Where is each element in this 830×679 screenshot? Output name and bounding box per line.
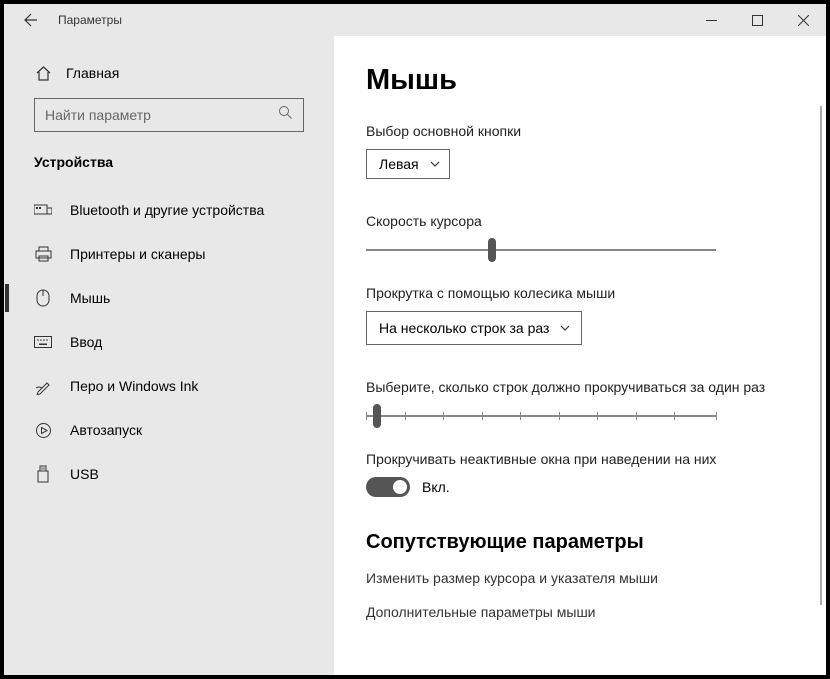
search-icon [278,105,293,125]
chevron-down-icon [559,322,571,334]
home-link[interactable]: Главная [4,56,334,98]
sidebar-item-autoplay[interactable]: Автозапуск [4,408,334,452]
pen-icon [34,377,52,395]
primary-button-label: Выбор основной кнопки [366,123,794,139]
lines-per-scroll-label: Выберите, сколько строк должно прокручив… [366,379,794,395]
close-button[interactable] [780,4,826,36]
related-heading: Сопутствующие параметры [366,531,794,554]
sidebar-item-mouse[interactable]: Мышь [4,276,334,320]
related-link-cursor-size[interactable]: Изменить размер курсора и указателя мыши [366,570,794,586]
sidebar-item-label: Мышь [70,290,110,306]
search-input[interactable] [45,107,278,123]
sidebar-item-label: Перо и Windows Ink [70,378,198,394]
sidebar-item-label: Принтеры и сканеры [70,246,205,262]
slider-thumb[interactable] [373,404,381,428]
app-title: Параметры [58,13,122,27]
printer-icon [34,245,52,263]
dropdown-value: На несколько строк за раз [379,320,549,336]
inactive-scroll-toggle[interactable] [366,477,410,497]
sidebar-item-label: Ввод [70,334,102,350]
cursor-speed-slider[interactable] [366,249,716,251]
mouse-icon [34,289,52,307]
home-label: Главная [66,65,119,81]
primary-button-dropdown[interactable]: Левая [366,149,450,179]
cursor-speed-label: Скорость курсора [366,213,794,229]
sidebar-item-bluetooth[interactable]: Bluetooth и другие устройства [4,188,334,232]
sidebar-item-usb[interactable]: USB [4,452,334,496]
search-box[interactable] [34,98,304,132]
scroll-mode-label: Прокрутка с помощью колесика мыши [366,285,794,301]
sidebar: Главная Устройства Bluetooth и другие ус… [4,36,334,675]
page-title: Мышь [366,64,794,97]
titlebar: Параметры [4,4,826,36]
category-title: Устройства [4,154,334,188]
related-link-advanced-mouse[interactable]: Дополнительные параметры мыши [366,604,794,620]
usb-icon [34,465,52,483]
maximize-button[interactable] [734,4,780,36]
scrollbar[interactable] [820,106,822,605]
main-panel: Мышь Выбор основной кнопки Левая Скорост… [334,36,826,675]
inactive-scroll-label: Прокручивать неактивные окна при наведен… [366,451,794,467]
toggle-knob [393,480,407,494]
bluetooth-icon [34,201,52,219]
back-button[interactable] [22,11,40,29]
sidebar-item-pen[interactable]: Перо и Windows Ink [4,364,334,408]
keyboard-icon [34,333,52,351]
autoplay-icon [34,421,52,439]
sidebar-item-label: Автозапуск [70,422,142,438]
sidebar-item-printers[interactable]: Принтеры и сканеры [4,232,334,276]
scroll-mode-dropdown[interactable]: На несколько строк за раз [366,311,582,345]
toggle-state-label: Вкл. [422,479,450,495]
chevron-down-icon [429,158,441,170]
slider-thumb[interactable] [488,238,496,262]
sidebar-item-label: Bluetooth и другие устройства [70,202,264,218]
lines-per-scroll-slider[interactable] [366,415,716,417]
sidebar-item-label: USB [70,466,99,482]
dropdown-value: Левая [379,156,419,172]
minimize-button[interactable] [688,4,734,36]
home-icon [34,64,52,82]
sidebar-item-typing[interactable]: Ввод [4,320,334,364]
